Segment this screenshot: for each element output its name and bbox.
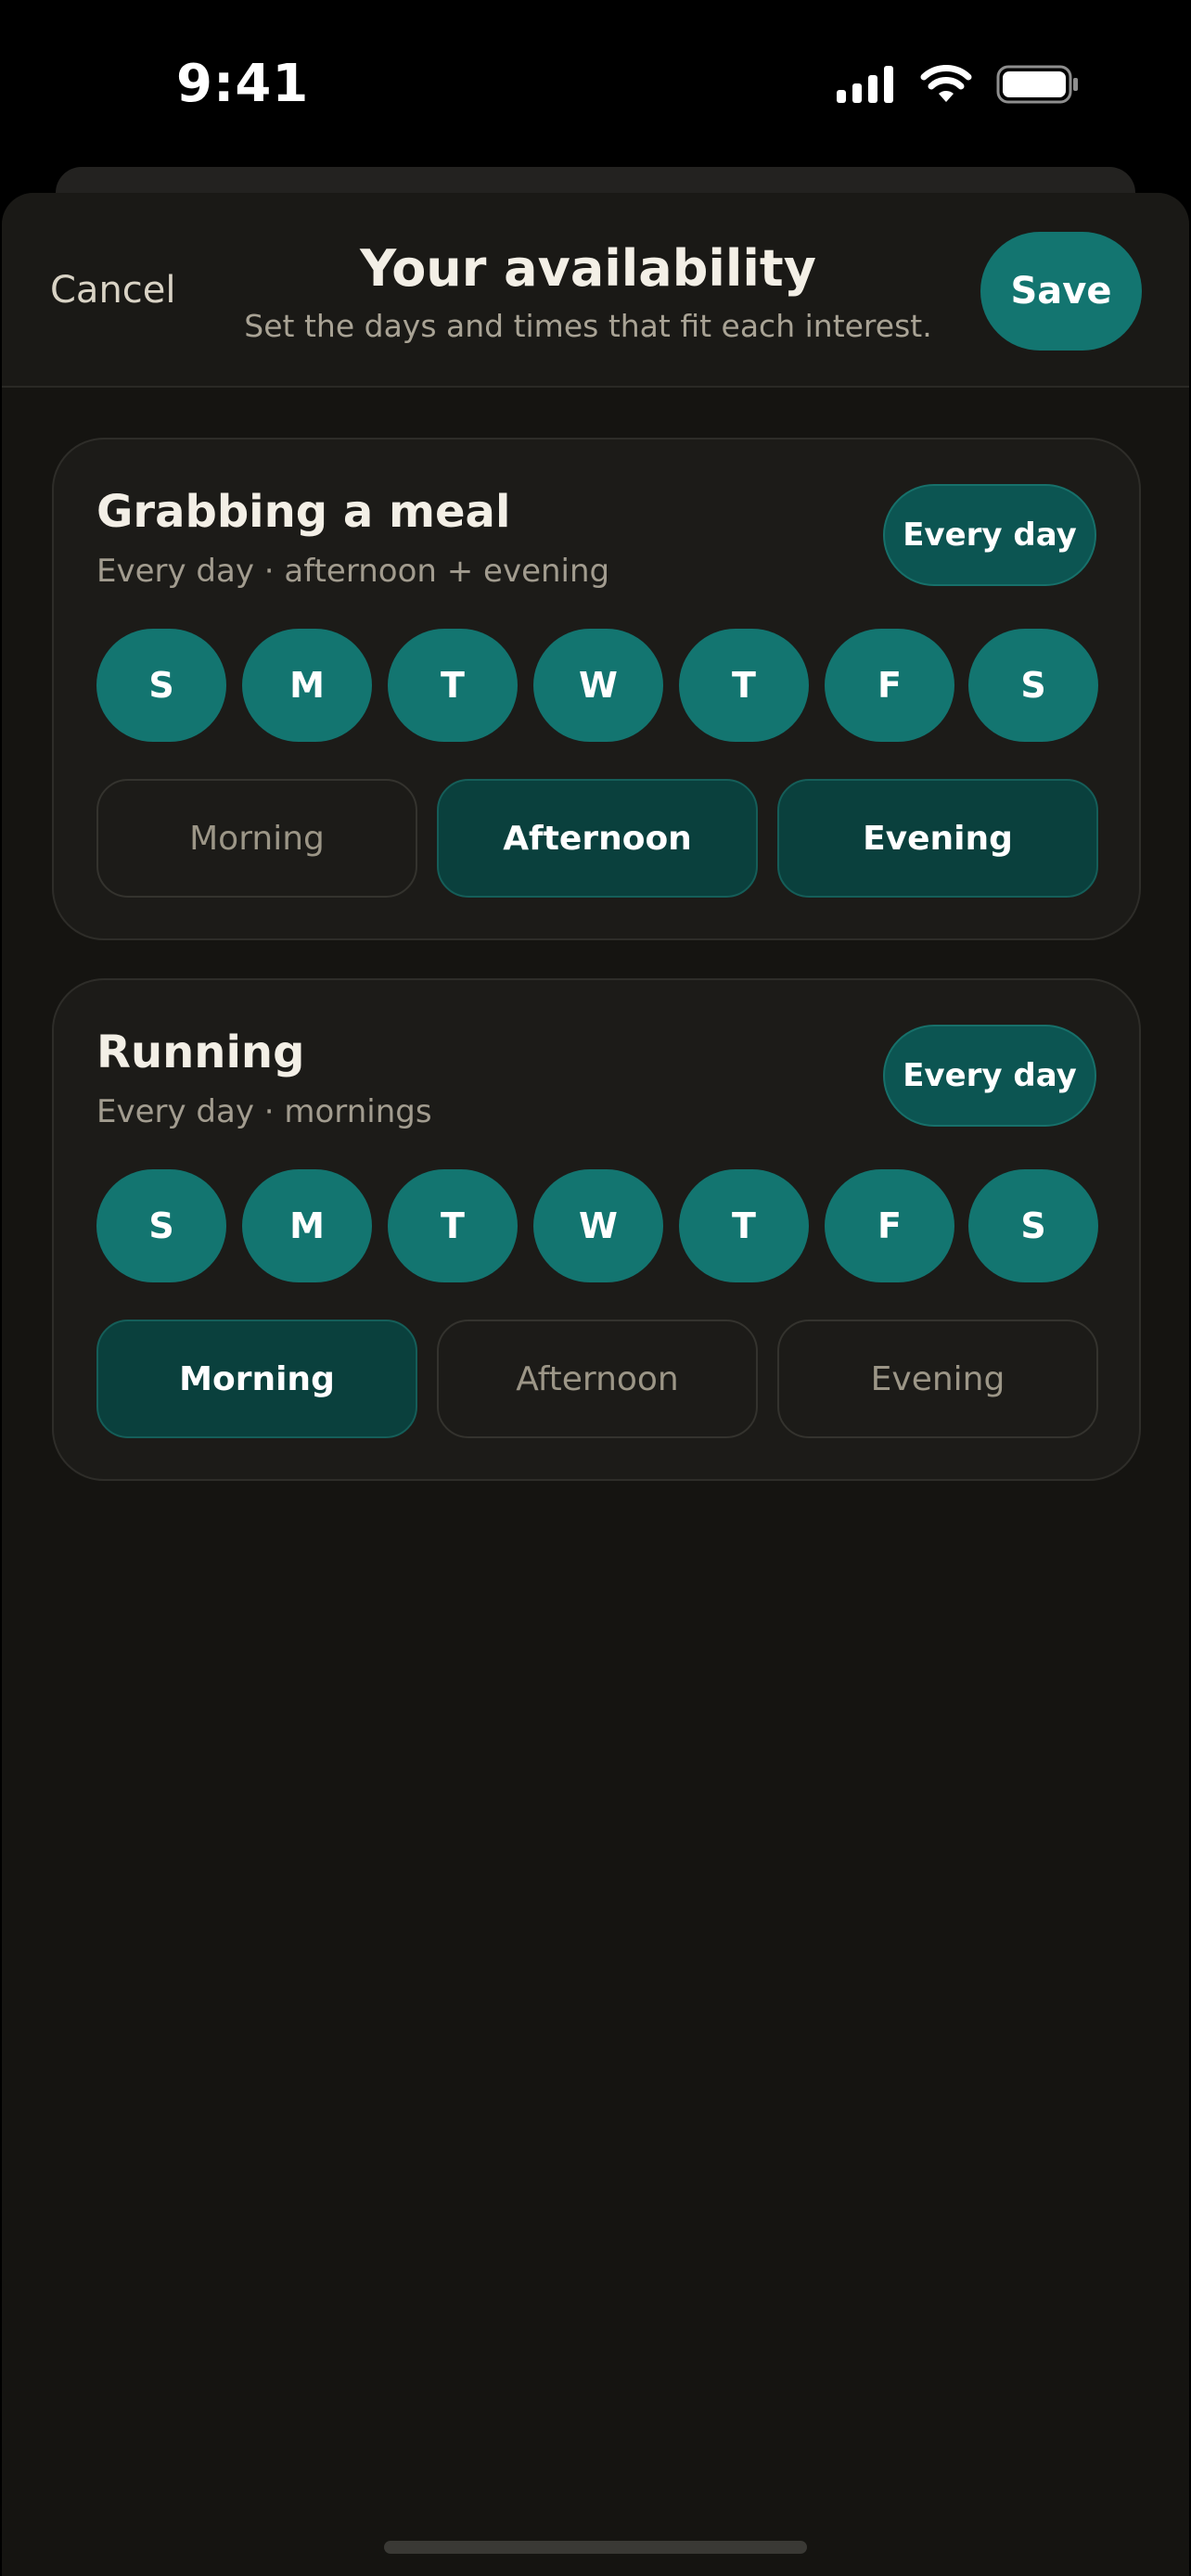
day-toggle-monday[interactable]: M [242, 1169, 372, 1282]
day-toggle-friday[interactable]: F [825, 1169, 954, 1282]
day-toggle-thursday[interactable]: T [679, 629, 809, 742]
day-toggle-wednesday[interactable]: W [533, 629, 663, 742]
day-toggle-sunday[interactable]: S [96, 1169, 226, 1282]
interest-summary: Every day · mornings [96, 1093, 432, 1130]
interest-card-grabbing-a-meal: Grabbing a meal Every day · afternoon + … [52, 438, 1141, 940]
day-selector: S M T W T F S [96, 629, 1098, 742]
time-toggle-evening[interactable]: Evening [777, 1320, 1098, 1438]
day-toggle-saturday[interactable]: S [968, 629, 1098, 742]
day-toggle-thursday[interactable]: T [679, 1169, 809, 1282]
day-toggle-tuesday[interactable]: T [388, 629, 518, 742]
interest-card-running: Running Every day · mornings Every day S… [52, 978, 1141, 1481]
day-selector: S M T W T F S [96, 1169, 1098, 1282]
sheet-header: Cancel Your availability Set the days an… [2, 193, 1189, 388]
availability-sheet: Cancel Your availability Set the days an… [2, 193, 1189, 2576]
cellular-signal-icon [837, 66, 896, 107]
interest-summary: Every day · afternoon + evening [96, 553, 610, 590]
status-bar: 9:41 [0, 0, 1191, 167]
day-toggle-wednesday[interactable]: W [533, 1169, 663, 1282]
every-day-button[interactable]: Every day [883, 1025, 1096, 1127]
day-toggle-sunday[interactable]: S [96, 629, 226, 742]
time-selector: Morning Afternoon Evening [96, 1320, 1098, 1438]
time-toggle-evening[interactable]: Evening [777, 779, 1098, 898]
time-toggle-afternoon[interactable]: Afternoon [437, 779, 758, 898]
day-toggle-saturday[interactable]: S [968, 1169, 1098, 1282]
day-toggle-friday[interactable]: F [825, 629, 954, 742]
time-selector: Morning Afternoon Evening [96, 779, 1098, 898]
save-button[interactable]: Save [980, 232, 1142, 351]
time-toggle-afternoon[interactable]: Afternoon [437, 1320, 758, 1438]
interest-title: Grabbing a meal [96, 486, 511, 538]
interest-title: Running [96, 1027, 305, 1078]
status-time: 9:41 [176, 54, 310, 114]
time-toggle-morning[interactable]: Morning [96, 779, 417, 898]
day-toggle-tuesday[interactable]: T [388, 1169, 518, 1282]
every-day-button[interactable]: Every day [883, 484, 1096, 586]
time-toggle-morning[interactable]: Morning [96, 1320, 417, 1438]
screen: 9:41 Cancel Your availability Set the da… [0, 0, 1191, 2576]
home-indicator[interactable] [384, 2541, 807, 2554]
status-icons [837, 65, 1080, 108]
wifi-icon [920, 65, 972, 108]
day-toggle-monday[interactable]: M [242, 629, 372, 742]
battery-icon [996, 65, 1080, 108]
